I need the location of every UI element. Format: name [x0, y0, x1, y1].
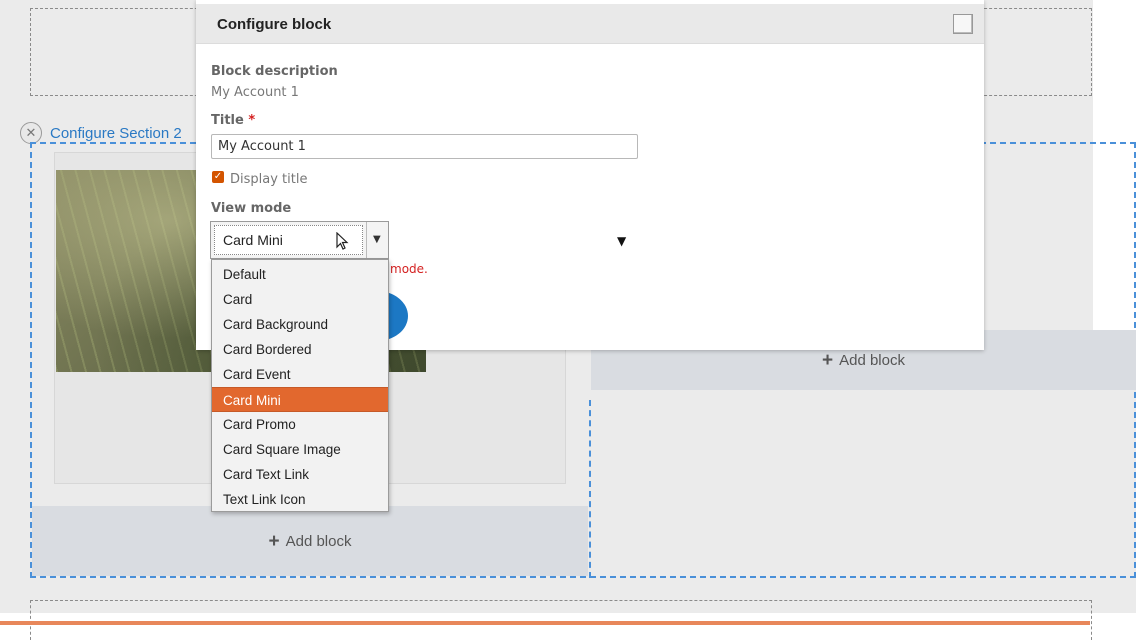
block-description-label: Block description [211, 64, 338, 79]
plus-icon: + [268, 530, 280, 552]
plus-icon: + [822, 349, 834, 371]
dropdown-option-card-text-link[interactable]: Card Text Link [212, 462, 388, 487]
view-mode-label: View mode [211, 201, 292, 216]
add-block-label[interactable]: Add block [286, 533, 352, 550]
dropdown-option-card-mini[interactable]: Card Mini [212, 387, 388, 412]
region-divider [589, 400, 591, 578]
mouse-cursor-icon [336, 232, 349, 250]
display-title-checkbox[interactable]: ✓ [212, 171, 224, 183]
dialog-title: Configure block [217, 16, 332, 33]
dropdown-option-card[interactable]: Card [212, 287, 388, 312]
dropdown-option-card-background[interactable]: Card Background [212, 312, 388, 337]
view-mode-select[interactable]: Card Mini ▼ [210, 221, 389, 259]
validation-message: mode. [390, 262, 428, 276]
dropdown-option-card-bordered[interactable]: Card Bordered [212, 337, 388, 362]
remove-section-icon[interactable]: ✕ [20, 122, 42, 144]
view-mode-selected-value[interactable]: Card Mini [214, 225, 363, 255]
section-3-outline [30, 600, 1092, 640]
caret-down-icon: ▼ [617, 234, 627, 248]
configure-section-label[interactable]: Configure Section 2 [50, 125, 182, 142]
chevron-down-icon[interactable]: ▼ [373, 234, 381, 245]
add-block-label[interactable]: Add block [839, 352, 905, 369]
dropdown-option-card-square-image[interactable]: Card Square Image [212, 437, 388, 462]
dropdown-option-card-event[interactable]: Card Event [212, 362, 388, 387]
dropdown-option-default[interactable]: Default [212, 262, 388, 287]
display-title-label[interactable]: Display title [230, 172, 307, 187]
dropdown-option-text-link-icon[interactable]: Text Link Icon [212, 487, 388, 512]
title-input[interactable]: My Account 1 [211, 134, 638, 159]
dropdown-option-card-promo[interactable]: Card Promo [212, 412, 388, 437]
view-mode-dropdown-list[interactable]: Default Card Card Background Card Border… [211, 259, 389, 512]
required-asterisk: * [248, 113, 256, 128]
title-label: Title * [211, 113, 255, 128]
page-bottom-accent-bar [0, 621, 1090, 625]
select-separator [366, 222, 367, 258]
view-mode-selected-text: Card Mini [223, 232, 283, 248]
add-block-zone-left[interactable]: + Add block [32, 506, 588, 576]
dialog-header: Configure block [196, 4, 984, 44]
title-label-text: Title [211, 113, 244, 128]
dialog-close-button[interactable] [953, 14, 973, 34]
block-description-value: My Account 1 [211, 85, 299, 100]
